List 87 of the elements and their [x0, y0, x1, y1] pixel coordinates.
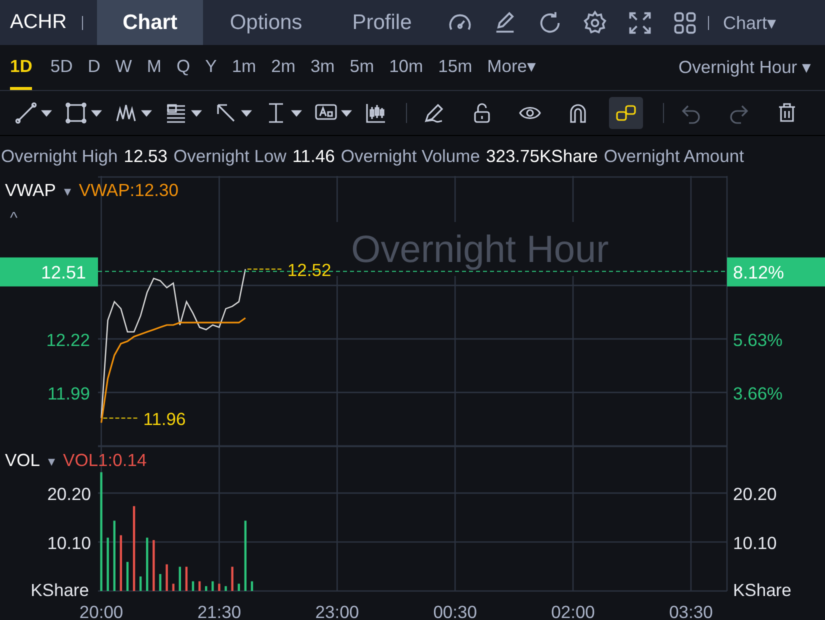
volume-bar — [106, 538, 109, 591]
axis-label: 11.99 — [48, 383, 90, 404]
period-tab[interactable]: M — [146, 45, 170, 90]
time-label: 03:30 — [669, 602, 713, 620]
axis-label: 12.22 — [46, 330, 90, 350]
volume-bar — [113, 520, 116, 591]
volume-bar — [166, 564, 168, 591]
time-label: 02:00 — [551, 602, 595, 620]
indicator-value: VOL1:0.14 — [63, 450, 147, 471]
marker-label: 12.52 — [287, 260, 332, 280]
volume-bar — [224, 586, 227, 591]
stat-value: 11.46 — [292, 146, 335, 166]
volume-bar — [172, 584, 174, 591]
axis-label: 5.63% — [733, 330, 783, 350]
volume-bar — [178, 566, 181, 591]
lines-icon — [164, 101, 188, 125]
stat-label: Overnight Low — [174, 146, 286, 166]
volume-bar — [185, 566, 188, 591]
axis-label: 10.10 — [733, 533, 777, 554]
settings-icon[interactable] — [582, 10, 608, 36]
period-tab[interactable]: D — [88, 45, 110, 90]
stat-label: Overnight Amount — [604, 146, 744, 166]
marker-line — [246, 268, 282, 270]
last-price-label: 12.51 — [40, 262, 86, 282]
stat-value: 323.75KShare — [486, 146, 598, 166]
unit-label: KShare — [30, 580, 89, 600]
period-tab[interactable]: Y — [205, 45, 226, 90]
volume-bar — [250, 581, 254, 591]
grid-icon[interactable] — [672, 10, 698, 36]
axis-label: 20.20 — [47, 484, 91, 504]
stat-label: Overnight Volume — [340, 146, 480, 166]
line-icon — [14, 101, 38, 125]
period-tab[interactable]: 5m — [350, 45, 384, 90]
volume-bar — [218, 584, 220, 591]
volume-bar — [126, 562, 129, 591]
session-dropdown[interactable]: Overnight Hour ▾ — [678, 45, 811, 90]
volume-bar — [244, 520, 247, 591]
axis-label: 20.20 — [733, 484, 777, 504]
time-label: 23:00 — [315, 602, 360, 620]
caret-icon[interactable]: ▾ — [64, 182, 71, 198]
fullscreen-icon[interactable] — [627, 10, 653, 36]
volume-bar — [205, 586, 208, 591]
period-tab[interactable]: 1m — [232, 45, 266, 90]
volume-bar — [159, 574, 162, 591]
period-tab[interactable]: 1D — [10, 45, 32, 90]
time-label: 20:00 — [79, 602, 124, 620]
period-tab[interactable]: 10m — [389, 45, 432, 90]
period-tab[interactable]: W — [115, 45, 141, 90]
ticker-symbol: ACHR — [10, 11, 68, 34]
indicator-name[interactable]: VOL — [5, 450, 40, 471]
rectangle-icon — [64, 101, 88, 125]
volume-bar — [238, 584, 240, 591]
stat-label: Overnight High — [1, 146, 118, 166]
axis-label: 3.66% — [733, 383, 783, 404]
volume-bar — [198, 581, 201, 591]
period-tab[interactable]: Q — [176, 45, 200, 90]
volume-bar — [212, 581, 214, 591]
axis-label: 10.10 — [47, 533, 91, 554]
volume-bar — [192, 581, 194, 591]
caret-icon[interactable]: ▾ — [48, 452, 56, 468]
period-tab[interactable]: More▾ — [487, 45, 546, 90]
tab[interactable]: Chart — [97, 0, 203, 45]
volume-bar — [231, 566, 234, 591]
marker-label: 11.96 — [143, 409, 186, 430]
change-label: 8.12% — [733, 262, 784, 282]
watermark-text: Overnight Hour — [351, 229, 609, 271]
volume-bar — [120, 535, 122, 591]
indicator-name[interactable]: VWAP — [5, 180, 56, 201]
tab[interactable]: Options — [213, 0, 319, 45]
volume-bar — [152, 540, 155, 591]
unit-label: KShare — [733, 580, 792, 600]
collapse-button[interactable]: ^ — [10, 210, 18, 228]
volume-bar — [140, 576, 142, 591]
volume-bar — [146, 538, 148, 591]
time-label: 21:30 — [197, 602, 242, 620]
stat-value: 12.53 — [124, 146, 168, 166]
time-label: 00:30 — [433, 602, 477, 620]
period-tab[interactable]: 15m — [438, 45, 482, 90]
period-tab[interactable]: 2m — [271, 45, 304, 90]
pencil-icon — [422, 101, 446, 125]
period-tab[interactable]: 5D — [50, 45, 82, 90]
indicator-value: VWAP:12.30 — [78, 180, 178, 201]
link-button[interactable] — [609, 97, 643, 129]
tab[interactable]: Profile — [329, 0, 435, 45]
marker-line — [102, 418, 138, 419]
period-tab[interactable]: 3m — [310, 45, 344, 90]
layout-dropdown[interactable]: Chart▾ — [723, 12, 776, 34]
